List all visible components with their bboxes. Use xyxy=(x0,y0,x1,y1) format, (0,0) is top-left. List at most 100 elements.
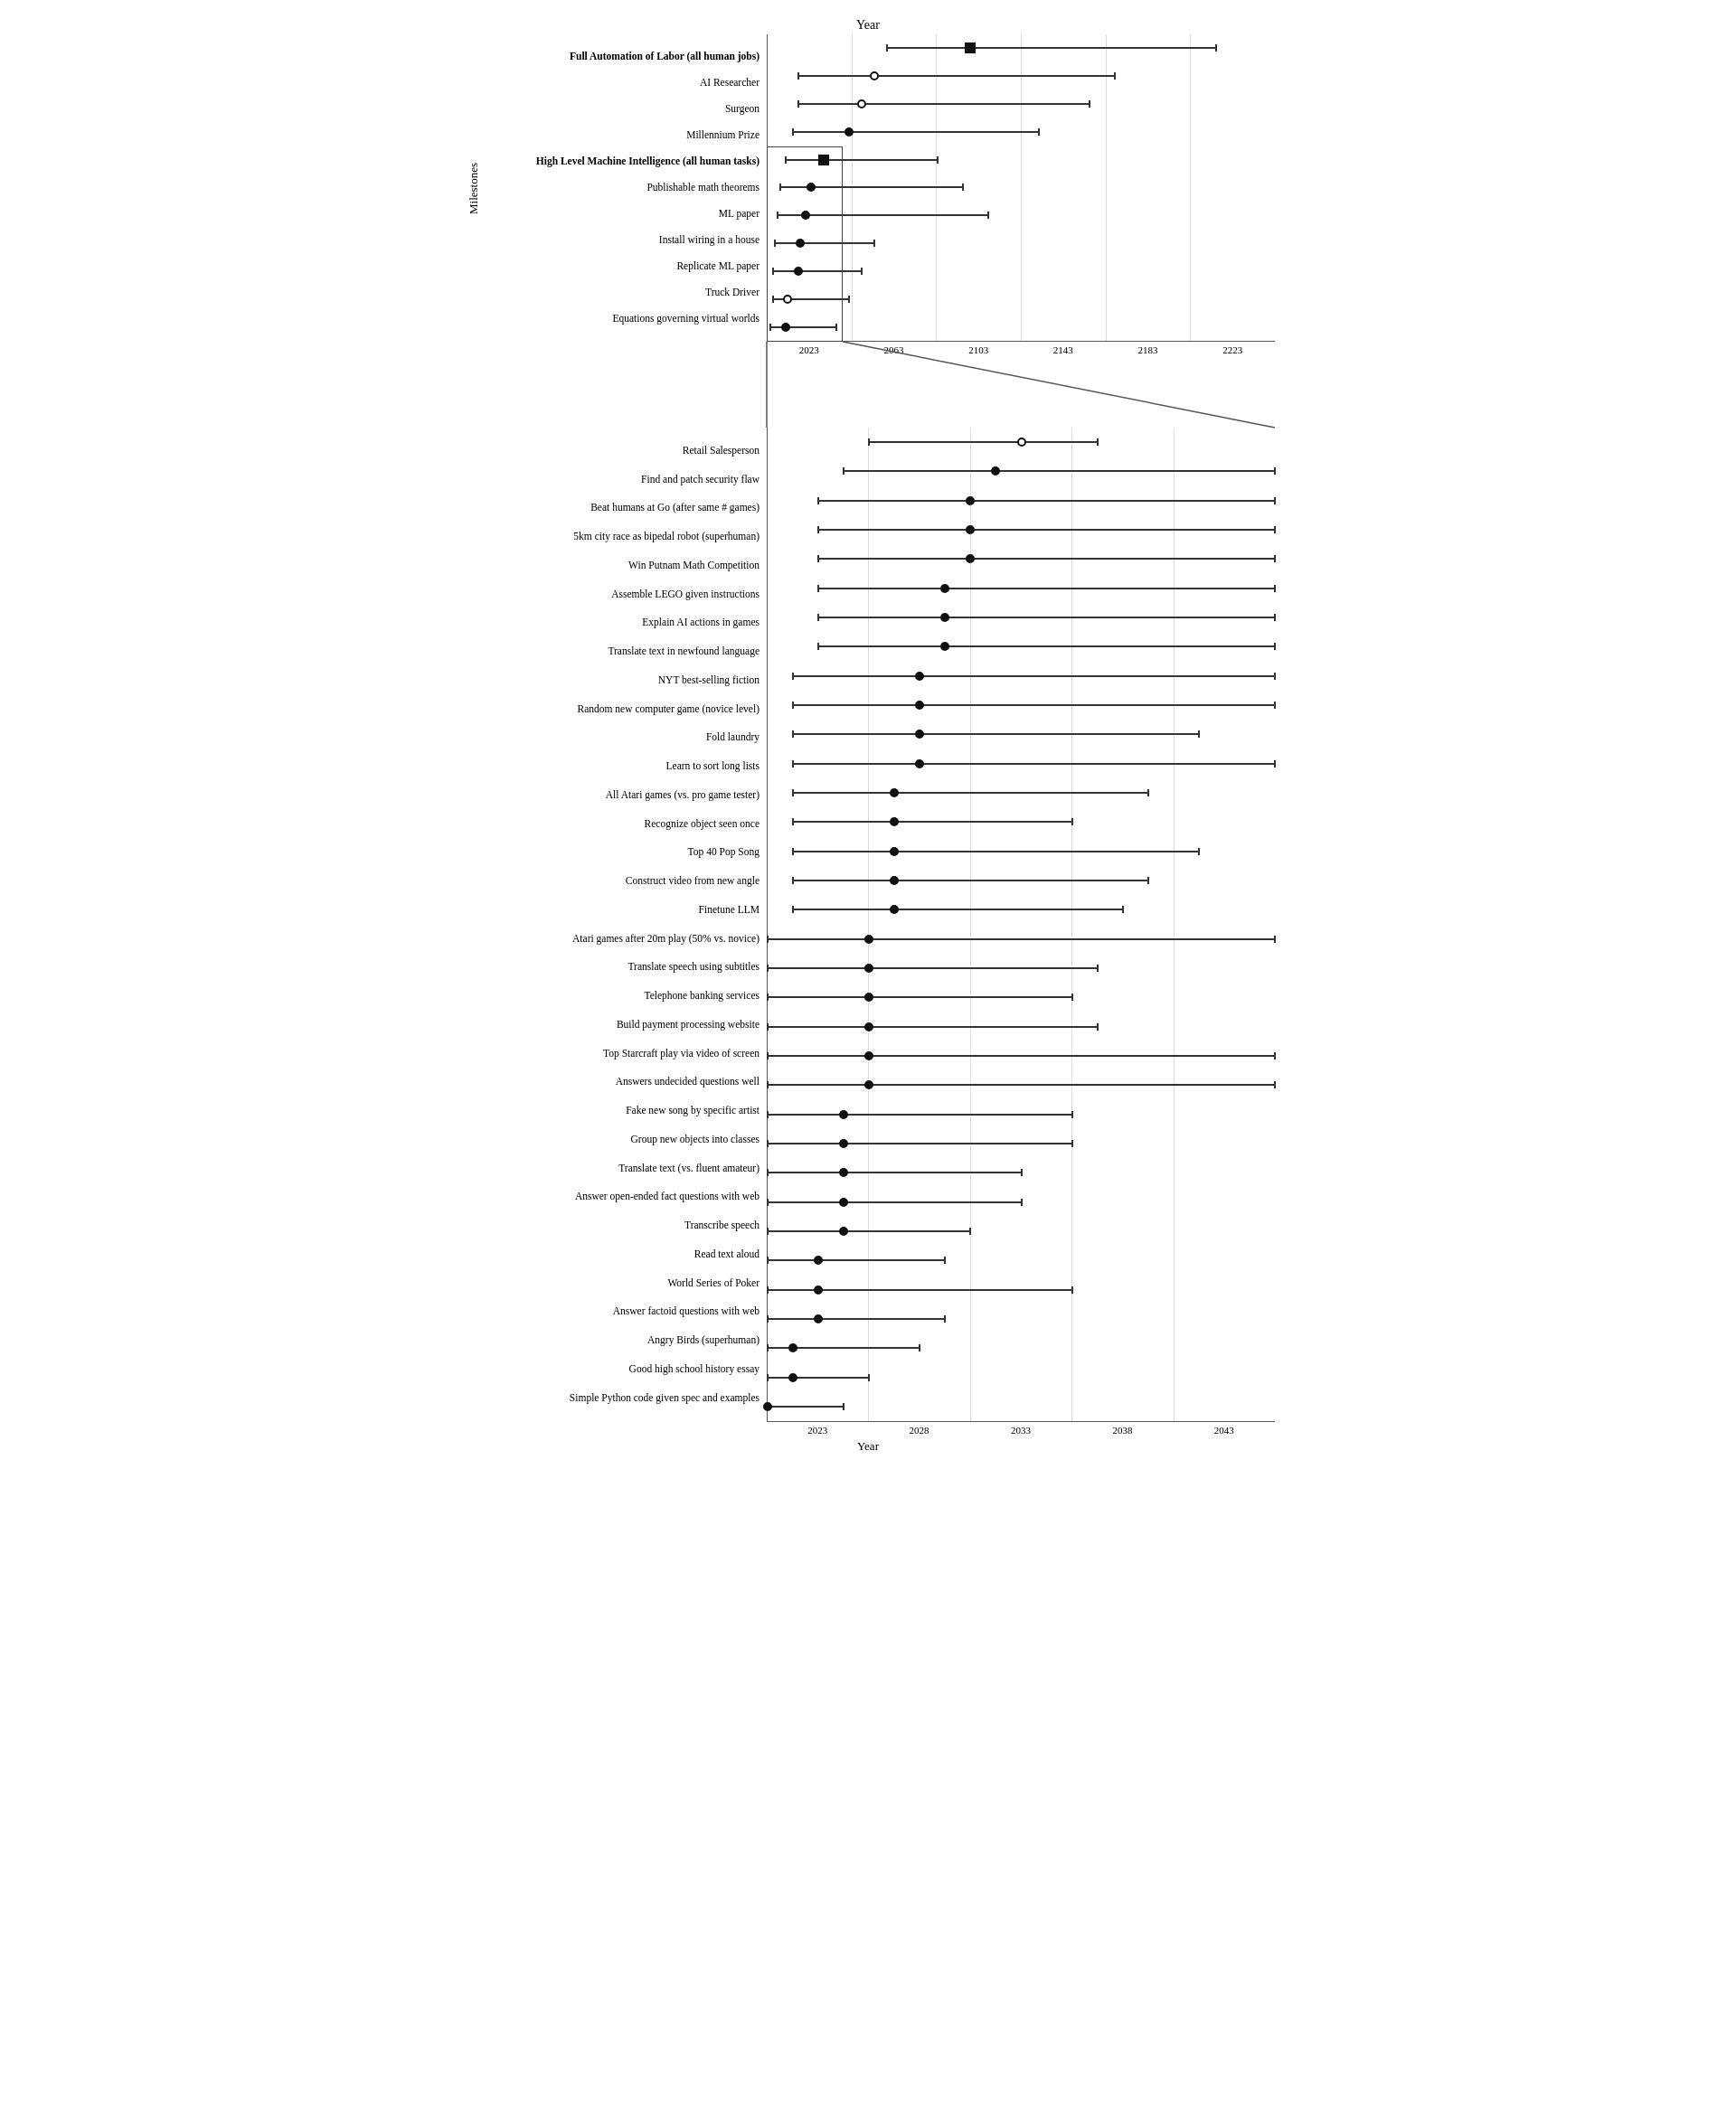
tick-right xyxy=(962,184,964,191)
y-label: Simple Python code given spec and exampl… xyxy=(486,1392,763,1405)
chart-row xyxy=(768,313,1275,341)
tick-left xyxy=(785,156,787,164)
chart-row xyxy=(768,62,1275,90)
tick-left xyxy=(817,614,819,621)
tick-left xyxy=(767,1257,769,1264)
chart-row xyxy=(768,515,1275,544)
y-label: Fold laundry xyxy=(486,731,763,744)
x-axis-label: 2023 xyxy=(767,342,852,355)
median-dot xyxy=(966,496,975,505)
error-bar xyxy=(768,1114,1072,1116)
top-rows-container xyxy=(768,34,1275,341)
chart-row xyxy=(768,632,1275,661)
tick-right xyxy=(1274,497,1276,504)
x-axis-label: 2043 xyxy=(1174,1422,1275,1436)
chart-row xyxy=(768,1100,1275,1129)
median-dot xyxy=(890,905,899,914)
tick-left xyxy=(792,818,794,825)
chart-row xyxy=(768,428,1275,457)
error-bar xyxy=(818,558,1275,560)
x-axis-label: 2183 xyxy=(1106,342,1191,355)
tick-right xyxy=(1071,1286,1073,1294)
error-bar xyxy=(793,131,1039,133)
tick-left xyxy=(792,760,794,768)
tick-right xyxy=(1274,673,1276,680)
tick-right xyxy=(1147,877,1149,884)
bottom-chart-area: Retail SalespersonFind and patch securit… xyxy=(461,428,1275,1422)
tick-left xyxy=(817,585,819,592)
y-label: Top 40 Pop Song xyxy=(486,846,763,859)
median-dot xyxy=(991,466,1000,476)
error-bar xyxy=(793,704,1275,706)
tick-left xyxy=(767,1286,769,1294)
y-label: Fake new song by specific artist xyxy=(486,1105,763,1117)
bottom-x-axis-title: Year xyxy=(461,1439,1275,1454)
median-dot xyxy=(940,642,949,651)
y-label: Finetune LLM xyxy=(486,904,763,917)
top-y-labels: Full Automation of Labor (all human jobs… xyxy=(486,34,767,342)
chart-row xyxy=(768,1070,1275,1099)
tick-left xyxy=(767,1344,769,1351)
tick-right xyxy=(1021,1169,1023,1176)
chart-row xyxy=(768,807,1275,836)
tick-right xyxy=(843,1403,844,1410)
connector-svg xyxy=(767,355,1275,428)
chart-row xyxy=(768,544,1275,573)
error-bar xyxy=(818,645,1275,647)
y-label: Angry Birds (superhuman) xyxy=(486,1334,763,1347)
chart-row xyxy=(768,174,1275,202)
tick-right xyxy=(1274,614,1276,621)
tick-left xyxy=(792,673,794,680)
median-dot xyxy=(844,127,854,137)
tick-left xyxy=(792,848,794,855)
tick-right xyxy=(937,156,939,164)
median-dot xyxy=(796,239,805,248)
y-label: Atari games after 20m play (50% vs. novi… xyxy=(486,933,763,946)
error-bar xyxy=(768,1084,1275,1086)
tick-right xyxy=(1097,438,1099,446)
y-label: Win Putnam Math Competition xyxy=(486,560,763,572)
chart-row xyxy=(768,1217,1275,1246)
median-dot xyxy=(801,211,810,220)
y-label: Publishable math theorems xyxy=(486,182,763,194)
chart-row xyxy=(768,866,1275,895)
tick-right xyxy=(1274,1081,1276,1088)
chart-row xyxy=(768,1392,1275,1421)
top-y-axis-label: Milestones xyxy=(461,34,486,342)
tick-left xyxy=(843,467,844,475)
tick-right xyxy=(1021,1199,1023,1206)
tick-right xyxy=(1071,1140,1073,1147)
error-bar xyxy=(793,909,1123,910)
tick-left xyxy=(797,100,799,108)
median-dot xyxy=(870,71,879,80)
median-dot xyxy=(864,1080,873,1089)
tick-left xyxy=(792,906,794,913)
y-label: AI Researcher xyxy=(486,77,763,89)
error-bar xyxy=(798,103,1090,105)
y-label: Build payment processing website xyxy=(486,1019,763,1031)
tick-left xyxy=(767,1199,769,1206)
tick-left xyxy=(868,438,870,446)
y-label: Install wiring in a house xyxy=(486,234,763,247)
error-bar xyxy=(798,75,1116,77)
tick-left xyxy=(817,526,819,533)
error-bar xyxy=(768,1230,970,1232)
chart-row xyxy=(768,691,1275,720)
y-label: Learn to sort long lists xyxy=(486,760,763,773)
y-label: Telephone banking services xyxy=(486,990,763,1003)
y-label: Assemble LEGO given instructions xyxy=(486,589,763,601)
error-bar xyxy=(793,733,1199,735)
tick-left xyxy=(886,44,888,52)
top-plot-area xyxy=(767,34,1275,342)
x-axis-label: 2038 xyxy=(1071,1422,1173,1436)
error-bar xyxy=(768,1377,869,1379)
tick-right xyxy=(1147,789,1149,796)
tick-left xyxy=(817,497,819,504)
y-label: Random new computer game (novice level) xyxy=(486,703,763,716)
tick-right xyxy=(1071,818,1073,825)
y-label: Full Automation of Labor (all human jobs… xyxy=(486,51,763,63)
tick-right xyxy=(1114,72,1116,80)
bottom-chart-wrapper: Retail SalespersonFind and patch securit… xyxy=(461,428,1275,1454)
median-dot xyxy=(965,42,976,53)
tick-left xyxy=(777,212,778,219)
